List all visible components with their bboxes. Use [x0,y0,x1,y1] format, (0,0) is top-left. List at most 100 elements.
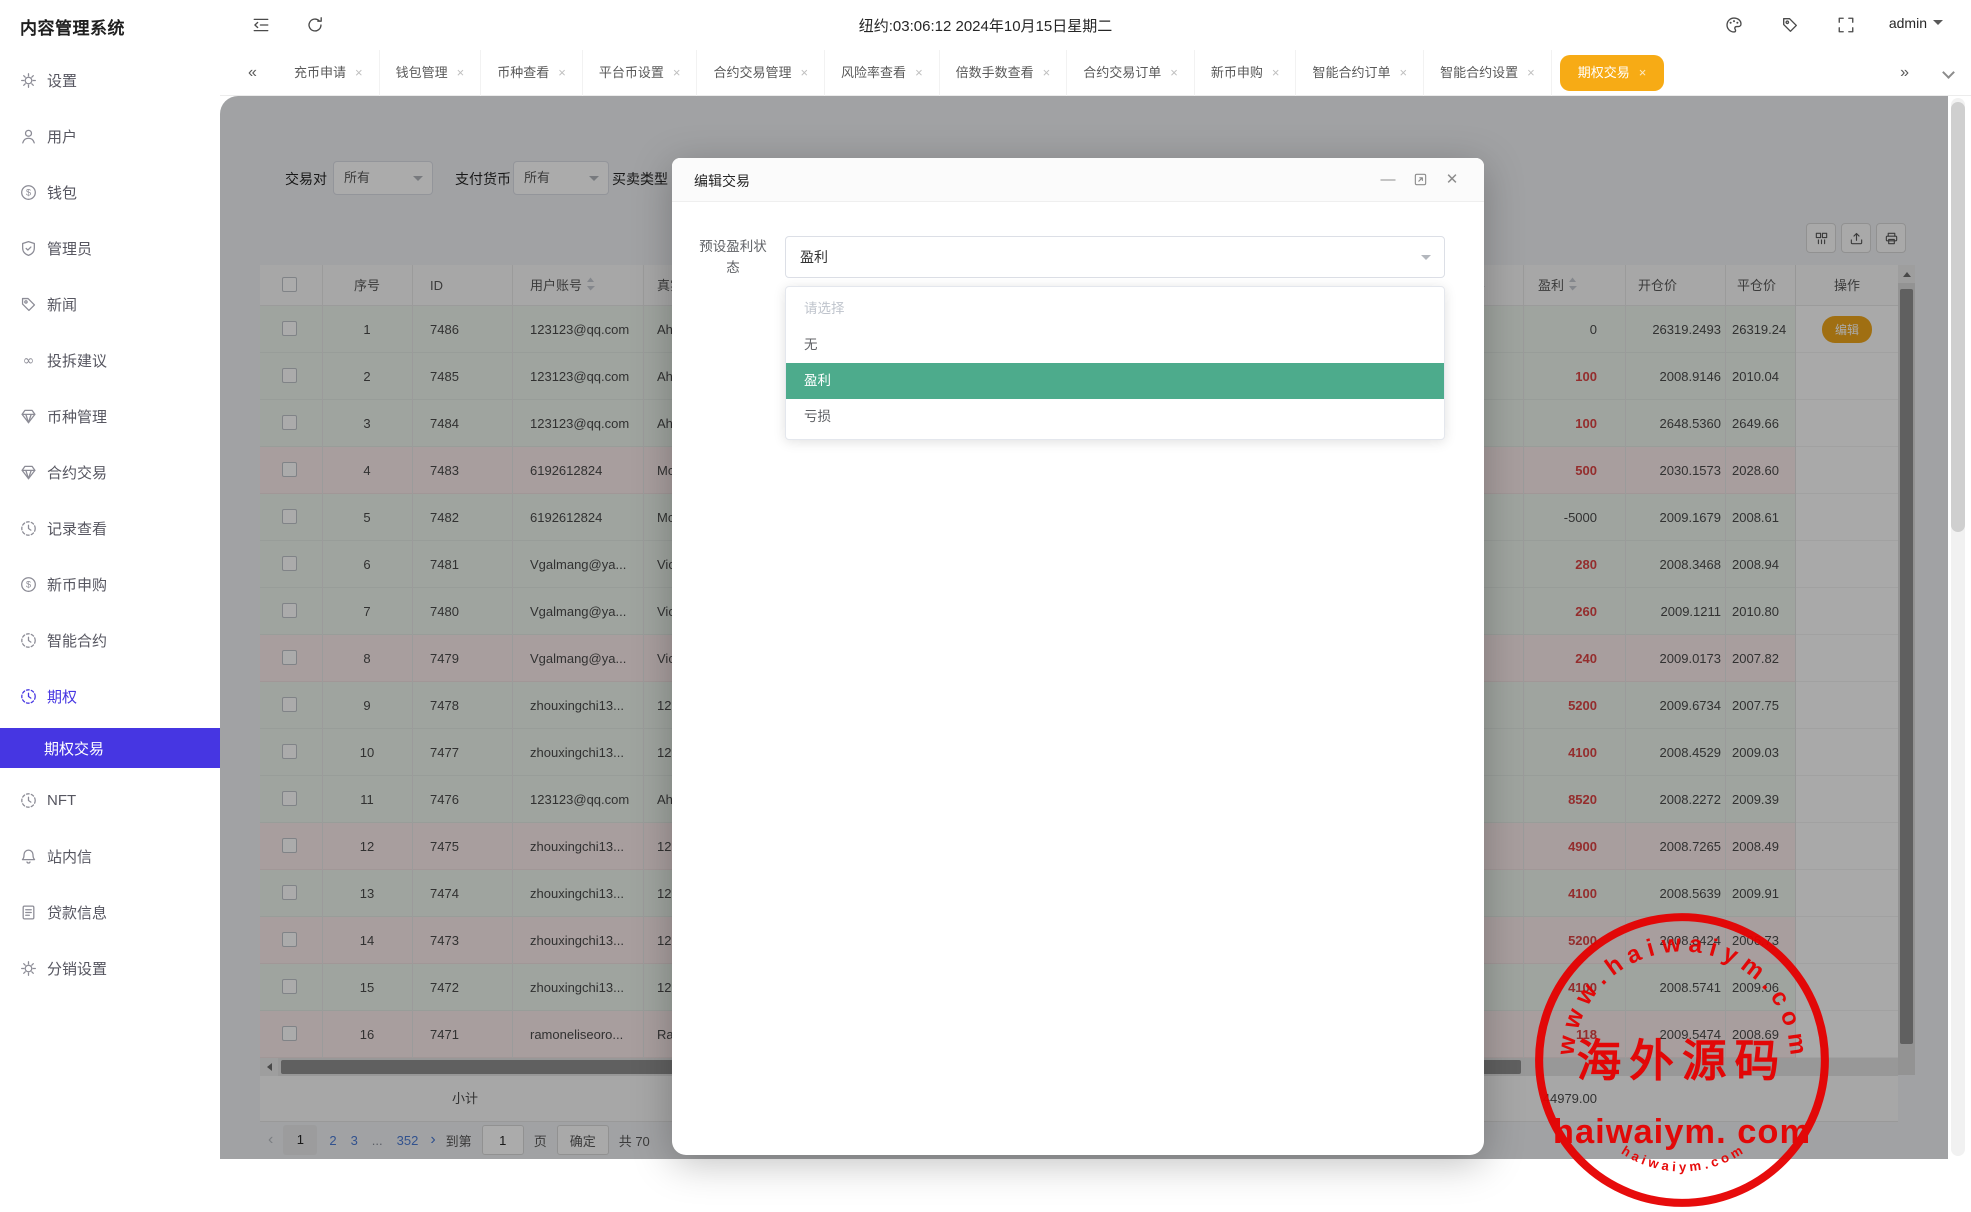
infinity-icon: ∞ [20,352,37,369]
tab-10[interactable]: 智能合约设置 × [1424,50,1552,96]
admin-menu[interactable]: admin [1889,15,1943,31]
sidebar-item-label: 站内信 [47,846,92,867]
sidebar-subitem[interactable]: 期权交易 [0,728,220,768]
clock-icon [20,520,37,537]
clock-icon [20,792,37,809]
sidebar-item-12[interactable]: NFT [0,772,220,828]
tab-label: 合约交易管理 [713,65,791,80]
tab-label: 风险率查看 [841,65,906,80]
tab-11[interactable]: 期权交易× [1560,55,1665,91]
tab-close-icon[interactable]: × [355,65,363,80]
clock-text: 纽约:03:06:12 2024年10月15日星期二 [0,15,1971,36]
select-dropdown: 请选择无盈利亏损 [785,286,1445,440]
tab-8[interactable]: 新币申购 × [1195,50,1297,96]
sidebar-item-label: 记录查看 [47,518,107,539]
tab-close-icon[interactable]: × [1639,65,1647,80]
tab-6[interactable]: 倍数手数查看 × [940,50,1068,96]
svg-text:∞: ∞ [23,352,35,368]
admin-label: admin [1889,15,1927,31]
sidebar-item-10[interactable]: 智能合约 [0,612,220,668]
sidebar-item-14[interactable]: 贷款信息 [0,884,220,940]
tabs-scroll-left-icon[interactable]: « [248,50,257,96]
user-icon [20,128,37,145]
sidebar-item-1[interactable]: 用户 [0,108,220,164]
tag-icon[interactable] [1781,16,1799,34]
close-icon[interactable]: ✕ [1442,170,1462,190]
tab-0[interactable]: 充币申请× [278,50,380,96]
tab-label: 智能合约设置 [1440,65,1518,80]
sidebar-item-label: 期权 [47,686,77,707]
maximize-icon[interactable] [1410,170,1430,190]
tabs-strip: 充币申请×钱包管理×币种查看×平台币设置×合约交易管理×风险率查看×倍数手数查看… [278,50,1672,96]
fullscreen-icon[interactable] [1837,16,1855,34]
dropdown-option-3[interactable]: 亏损 [786,399,1444,435]
tabs-scroll-right-icon[interactable]: » [1900,50,1909,96]
tab-4[interactable]: 合约交易管理 × [697,50,825,96]
dropdown-option-2[interactable]: 盈利 [786,363,1444,399]
tabs-chevron-down-icon[interactable] [1944,50,1953,96]
tab-close-icon[interactable]: × [915,65,923,80]
tab-label: 智能合约订单 [1312,65,1390,80]
coin-icon: $ [20,184,37,201]
svg-text:$: $ [26,187,31,197]
tab-7[interactable]: 合约交易订单 × [1067,50,1195,96]
tab-close-icon[interactable]: × [673,65,681,80]
minimize-icon[interactable]: — [1378,170,1398,190]
tab-bar: « 充币申请×钱包管理×币种查看×平台币设置×合约交易管理×风险率查看×倍数手数… [220,50,1971,96]
tab-close-icon[interactable]: × [800,65,808,80]
tab-1[interactable]: 钱包管理× [380,50,482,96]
sidebar-item-8[interactable]: 记录查看 [0,500,220,556]
sidebar-item-label: 合约交易 [47,462,107,483]
sidebar-item-15[interactable]: 分销设置 [0,940,220,996]
tab-close-icon[interactable]: × [1400,65,1408,80]
chevron-down-icon [1421,255,1431,265]
tab-close-icon[interactable]: × [1527,65,1535,80]
tab-2[interactable]: 币种查看× [481,50,583,96]
dropdown-option-0[interactable]: 请选择 [786,291,1444,327]
sidebar-item-9[interactable]: $新币申购 [0,556,220,612]
select-value: 盈利 [800,249,828,265]
field-label: 预设盈利状态 [690,236,776,278]
tab-9[interactable]: 智能合约订单 × [1296,50,1424,96]
gear-icon [20,960,37,977]
sidebar-item-11[interactable]: 期权 [0,668,220,724]
sidebar-item-4[interactable]: 新闻 [0,276,220,332]
sidebar-item-label: 智能合约 [47,630,107,651]
sidebar-item-label: 新币申购 [47,574,107,595]
page-scrollbar-thumb[interactable] [1951,102,1965,532]
clock-icon [20,632,37,649]
shield-icon [20,240,37,257]
tab-close-icon[interactable]: × [1170,65,1178,80]
tab-label: 新币申购 [1211,65,1263,80]
sidebar-item-3[interactable]: 管理员 [0,220,220,276]
sidebar-item-5[interactable]: ∞ 投拆建议 [0,332,220,388]
sidebar-item-13[interactable]: 站内信 [0,828,220,884]
gem-icon [20,408,37,425]
tab-5[interactable]: 风险率查看 × [825,50,940,96]
edit-trade-dialog: 编辑交易 — ✕ 预设盈利状态 盈利 请选择无盈利亏损 w w w . h a … [672,158,1484,1155]
tab-close-icon[interactable]: × [457,65,465,80]
tab-label: 合约交易订单 [1083,65,1161,80]
sidebar-item-2[interactable]: $ 钱包 [0,164,220,220]
sidebar-item-label: 钱包 [47,182,77,203]
tab-close-icon[interactable]: × [558,65,566,80]
sidebar-item-7[interactable]: 合约交易 [0,444,220,500]
sidebar-item-label: 贷款信息 [47,902,107,923]
tab-label: 倍数手数查看 [956,65,1034,80]
tab-label: 平台币设置 [599,65,664,80]
profit-status-select[interactable]: 盈利 [785,236,1445,278]
clock-icon [20,688,37,705]
sidebar-item-label: 币种管理 [47,406,107,427]
dropdown-option-1[interactable]: 无 [786,327,1444,363]
sidebar-item-label: 管理员 [47,238,92,259]
sidebar-item-0[interactable]: 设置 [0,52,220,108]
sidebar-item-6[interactable]: 币种管理 [0,388,220,444]
sidebar: 设置用户 $ 钱包管理员新闻 ∞ 投拆建议币种管理合约交易记录查看 $新币申购智能合约期权… [0,50,220,1159]
tab-close-icon[interactable]: × [1272,65,1280,80]
tab-3[interactable]: 平台币设置 × [583,50,698,96]
page-scrollbar[interactable] [1948,96,1971,1159]
sidebar-item-label: 新闻 [47,294,77,315]
tab-close-icon[interactable]: × [1043,65,1051,80]
sidebar-item-label: 投拆建议 [47,350,107,371]
palette-icon[interactable] [1725,16,1743,34]
